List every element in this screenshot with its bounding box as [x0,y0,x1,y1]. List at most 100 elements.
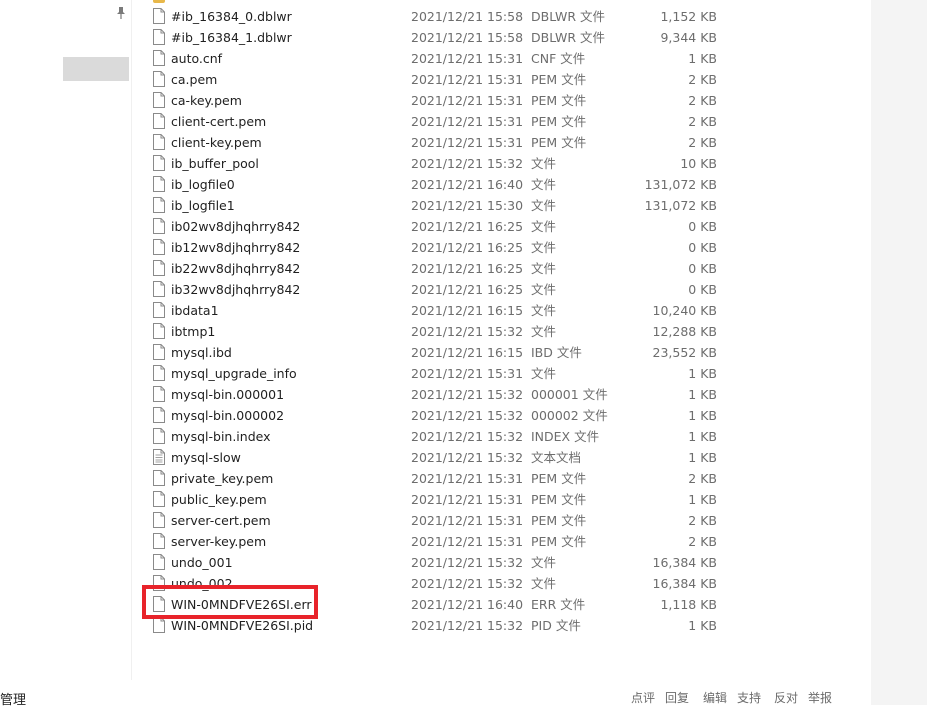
file-icon [153,344,165,360]
file-date: 2021/12/21 15:32 [411,156,524,171]
file-row[interactable]: #ib_16384_0.dblwr 2021/12/21 15:58 DBLWR 文… [145,6,865,27]
file-row[interactable]: WIN-0MNDFVE26SI.pid 2021/12/21 15:32 PID 文… [145,615,865,636]
file-size: 16,384 KB [652,555,717,570]
file-row[interactable]: server-cert.pem 2021/12/21 15:31 PEM 文件 2 K… [145,510,865,531]
file-icon [153,386,165,402]
file-icon [153,134,165,150]
file-date: 2021/12/21 15:31 [411,51,524,66]
file-icon [153,50,165,66]
action-rate[interactable]: 点评 [631,689,655,706]
action-reply[interactable]: 回复 [665,689,689,706]
page-gutter [871,0,927,705]
file-type: 文件 [531,303,557,318]
file-name: ca.pem [171,72,218,87]
file-date: 2021/12/21 16:25 [411,240,524,255]
file-row[interactable]: mysql-bin.000002 2021/12/21 15:32 000002 文… [145,405,865,426]
manage-link[interactable]: 管理 [0,689,26,708]
file-row[interactable]: ib_buffer_pool 2021/12/21 15:32 文件 10 KB [145,153,865,174]
file-row[interactable]: ib02wv8djhqhrry842 2021/12/21 16:25 文件 0 KB [145,216,865,237]
file-type: 文件 [531,366,557,381]
action-oppose[interactable]: 反对 [774,689,798,706]
file-row[interactable]: ib22wv8djhqhrry842 2021/12/21 16:25 文件 0 KB [145,258,865,279]
file-row[interactable]: ib32wv8djhqhrry842 2021/12/21 16:25 文件 0 KB [145,279,865,300]
action-edit[interactable]: 编辑 [703,689,727,706]
file-size: 0 KB [688,282,717,297]
file-row[interactable]: ibdata1 2021/12/21 16:15 文件 10,240 KB [145,300,865,321]
file-icon [153,596,165,612]
file-size: 16,384 KB [652,576,717,591]
file-icon [153,575,165,591]
file-name: ib_buffer_pool [171,156,259,171]
file-size: 1 KB [688,366,717,381]
file-row[interactable]: #ib_16384_1.dblwr 2021/12/21 15:58 DBLWR 文… [145,27,865,48]
file-size: 1 KB [688,408,717,423]
file-row[interactable]: server-key.pem 2021/12/21 15:31 PEM 文件 2 KB [145,531,865,552]
file-row[interactable]: ca-key.pem 2021/12/21 15:31 PEM 文件 2 KB [145,90,865,111]
file-size: 1 KB [688,429,717,444]
file-icon [153,197,165,213]
nav-item-selected[interactable] [63,57,129,81]
file-name: auto.cnf [171,51,223,66]
file-row[interactable]: undo_002 2021/12/21 15:32 文件 16,384 KB [145,573,865,594]
file-type: DBLWR 文件 [531,9,606,24]
file-size: 0 KB [688,240,717,255]
file-row[interactable]: ib12wv8djhqhrry842 2021/12/21 16:25 文件 0 KB [145,237,865,258]
file-size: 2 KB [688,471,717,486]
file-name: server-key.pem [171,534,267,549]
file-type: 000002 文件 [531,408,608,423]
action-report[interactable]: 举报 [808,689,832,706]
file-row[interactable]: mysql-bin.000001 2021/12/21 15:32 000001 文… [145,384,865,405]
file-date: 2021/12/21 15:30 [411,198,524,213]
file-row[interactable]: mysql.ibd 2021/12/21 16:15 IBD 文件 23,552 KB [145,342,865,363]
file-date: 2021/12/21 15:32 [411,429,524,444]
file-type: 文件 [531,219,557,234]
file-date: 2021/12/21 16:25 [411,282,524,297]
file-row[interactable]: client-key.pem 2021/12/21 15:31 PEM 文件 2 KB [145,132,865,153]
file-row[interactable]: ibtmp1 2021/12/21 15:32 文件 12,288 KB [145,321,865,342]
file-date: 2021/12/21 16:25 [411,261,524,276]
file-type: IBD 文件 [531,345,582,360]
file-name: ib22wv8djhqhrry842 [171,261,301,276]
file-name: mysql-bin.000001 [171,387,285,402]
file-icon [153,512,165,528]
file-date: 2021/12/21 16:40 [411,177,524,192]
file-row[interactable]: WIN-0MNDFVE26SI.err 2021/12/21 16:40 ERR 文… [145,594,865,615]
pin-icon[interactable] [115,6,127,20]
file-name: ibtmp1 [171,324,216,339]
file-name: WIN-0MNDFVE26SI.pid [171,618,314,633]
file-type: 文件 [531,156,557,171]
file-date: 2021/12/21 15:31 [411,513,524,528]
file-date: 2021/12/21 15:32 [411,387,524,402]
action-support[interactable]: 支持 [737,689,761,706]
file-size: 2 KB [688,534,717,549]
file-row[interactable]: ib_logfile1 2021/12/21 15:30 文件 131,072 KB [145,195,865,216]
file-type: 文本文档 [531,450,582,465]
file-size: 1 KB [688,618,717,633]
file-icon [153,176,165,192]
file-type: 文件 [531,177,557,192]
file-type: 文件 [531,282,557,297]
file-size: 1 KB [688,387,717,402]
file-size: 0 KB [688,219,717,234]
file-row[interactable]: mysql-slow 2021/12/21 15:32 文本文档 1 KB [145,447,865,468]
file-row[interactable]: public_key.pem 2021/12/21 15:31 PEM 文件 1 KB [145,489,865,510]
file-date: 2021/12/21 15:32 [411,450,524,465]
file-name: ib02wv8djhqhrry842 [171,219,301,234]
file-row[interactable]: undo_001 2021/12/21 15:32 文件 16,384 KB [145,552,865,573]
file-row[interactable]: mysql_upgrade_info 2021/12/21 15:31 文件 1 KB [145,363,865,384]
file-row[interactable]: mysql-bin.index 2021/12/21 15:32 INDEX 文件 1… [145,426,865,447]
file-date: 2021/12/21 15:31 [411,114,524,129]
file-name: client-key.pem [171,135,262,150]
file-row[interactable]: private_key.pem 2021/12/21 15:31 PEM 文件 2 K… [145,468,865,489]
file-type: PEM 文件 [531,135,587,150]
file-date: 2021/12/21 15:31 [411,93,524,108]
file-size: 2 KB [688,114,717,129]
file-row[interactable]: auto.cnf 2021/12/21 15:31 CNF 文件 1 KB [145,48,865,69]
file-size: 1 KB [688,51,717,66]
file-row[interactable]: client-cert.pem 2021/12/21 15:31 PEM 文件 2 K… [145,111,865,132]
file-row[interactable]: ca.pem 2021/12/21 15:31 PEM 文件 2 KB [145,69,865,90]
file-row[interactable]: ib_logfile0 2021/12/21 16:40 文件 131,072 KB [145,174,865,195]
file-type: 文件 [531,555,557,570]
file-name: undo_002 [171,576,233,591]
file-date: 2021/12/21 15:31 [411,72,524,87]
